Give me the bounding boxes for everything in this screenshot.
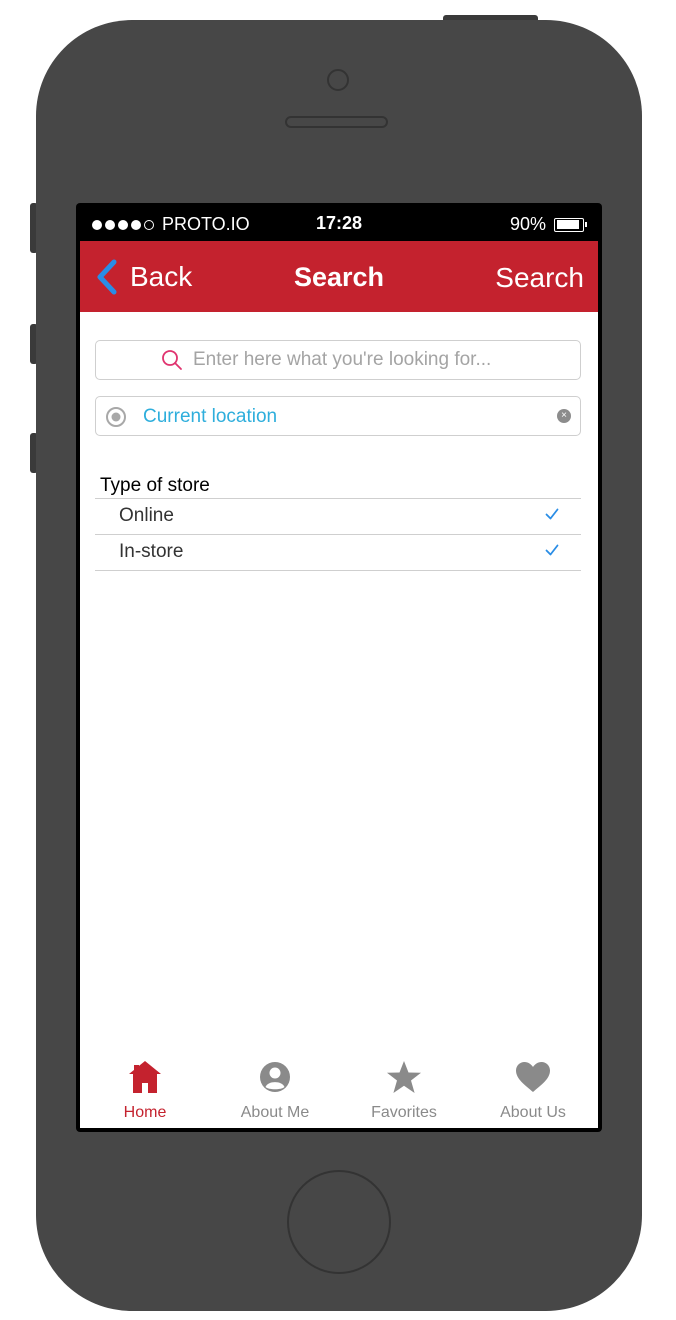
front-camera: [327, 69, 349, 91]
search-icon: [162, 350, 182, 370]
tab-home[interactable]: Home: [80, 1058, 210, 1122]
battery-status: 90%: [509, 214, 587, 235]
search-input[interactable]: [191, 348, 515, 372]
store-type-heading: Type of store: [100, 475, 210, 496]
tab-label: About Me: [240, 1104, 310, 1121]
home-button: [287, 1170, 391, 1274]
location-target-icon: [106, 407, 126, 427]
option-label: In-store: [119, 541, 184, 562]
heart-icon: [516, 1062, 550, 1092]
option-label: Online: [119, 505, 174, 526]
checkmark-icon: [545, 508, 559, 520]
location-field[interactable]: Current location ×: [95, 396, 581, 436]
tab-about-me[interactable]: About Me: [210, 1058, 340, 1122]
location-value: Current location: [143, 406, 278, 427]
user-circle-icon: [260, 1062, 290, 1092]
tab-label: About Us: [500, 1104, 566, 1121]
star-icon: [387, 1061, 421, 1093]
store-type-option-online[interactable]: Online: [95, 499, 581, 535]
tab-label: Favorites: [371, 1104, 437, 1121]
home-icon: [129, 1061, 161, 1093]
navigation-bar: Back Search Search: [80, 241, 598, 312]
battery-fill: [556, 220, 579, 229]
search-box: [95, 340, 581, 380]
checkmark-icon: [545, 544, 559, 556]
battery-icon: [554, 217, 587, 232]
earpiece-speaker: [285, 116, 388, 128]
search-action-button[interactable]: Search: [495, 262, 584, 294]
tab-bar: Home About Me Favorites About Us: [80, 1044, 598, 1128]
store-type-option-in-store[interactable]: In-store: [95, 535, 581, 571]
battery-percent: 90%: [509, 214, 546, 234]
status-bar: PROTO.IO 17:28 90%: [80, 208, 598, 241]
tab-about-us[interactable]: About Us: [468, 1058, 598, 1122]
phone-screen: PROTO.IO 17:28 90% Back Search Search En…: [76, 203, 602, 1132]
clear-icon[interactable]: ×: [557, 409, 571, 423]
tab-favorites[interactable]: Favorites: [339, 1058, 469, 1122]
tab-label: Home: [123, 1104, 167, 1121]
app-viewport: PROTO.IO 17:28 90% Back Search Search En…: [80, 208, 598, 1128]
main-content: Current location × Type of store Online …: [80, 312, 598, 1044]
